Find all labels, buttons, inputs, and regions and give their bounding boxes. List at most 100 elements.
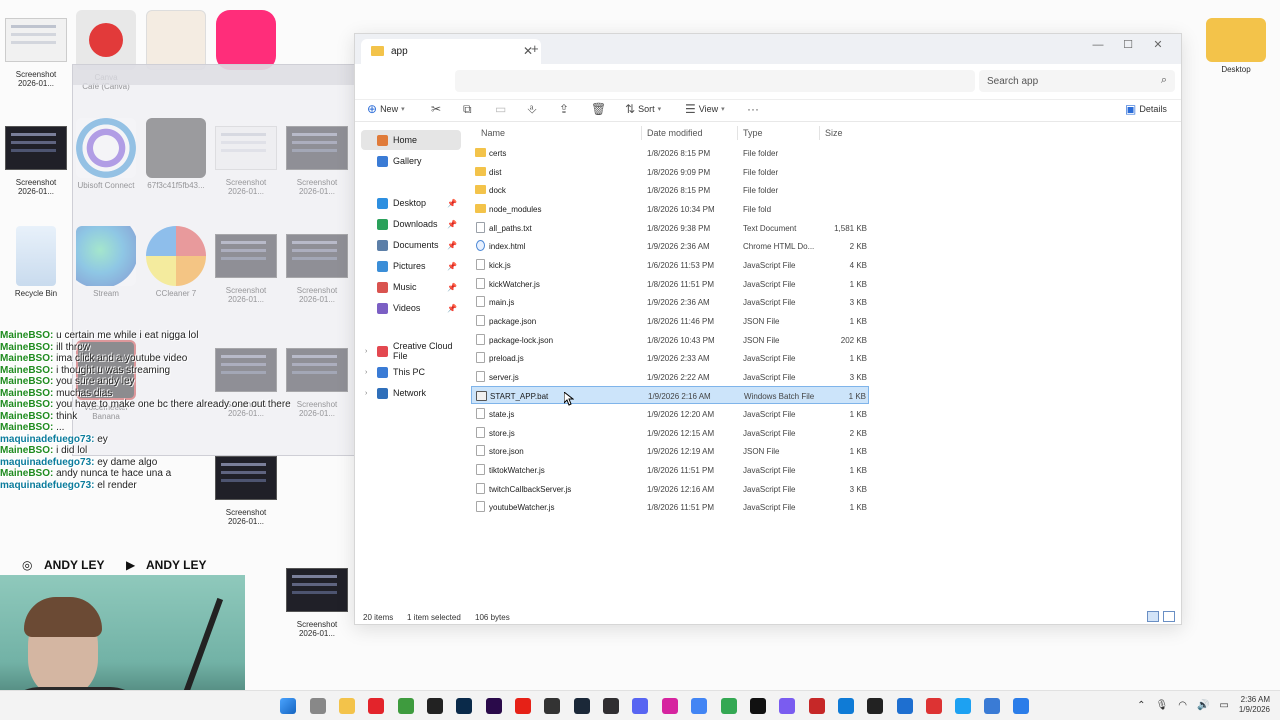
share-button[interactable]: ⇪ [559, 102, 569, 116]
taskbar-steam-icon[interactable] [574, 698, 590, 714]
youtube-icon: ▶ [126, 558, 136, 572]
file-row[interactable]: all_paths.txt 1/8/2026 9:38 PM Text Docume… [471, 219, 869, 237]
taskbar-tiktok-icon[interactable] [750, 698, 766, 714]
search-input[interactable] [979, 70, 1149, 92]
plus-circle-icon: ⊕ [367, 102, 378, 116]
new-button[interactable]: ⊕ New ▾ [367, 102, 405, 116]
file-row[interactable]: index.html 1/9/2026 2:36 AM Chrome HTML Do… [471, 237, 869, 255]
file-row[interactable]: tiktokWatcher.js 1/8/2026 11:51 PM JavaScr… [471, 461, 869, 479]
nav-documents[interactable]: Documents 📌 [361, 235, 461, 255]
file-row[interactable]: kickWatcher.js 1/8/2026 11:51 PM JavaScrip… [471, 275, 869, 293]
desktop-icon-thumb-light[interactable]: Screenshot 2026-01... [3, 10, 69, 88]
nav-downloads[interactable]: Downloads 📌 [361, 214, 461, 234]
microphone-icon[interactable]: 🎙 [1156, 700, 1169, 711]
column-type[interactable]: Type [743, 128, 763, 138]
tab-app[interactable]: app ✕ [361, 39, 541, 64]
taskbar-instagram-icon[interactable] [662, 698, 678, 714]
volume-icon[interactable]: 🔊 [1197, 700, 1209, 711]
more-options-button[interactable]: ··· [747, 102, 759, 116]
chevron-up-icon[interactable]: ⌃ [1137, 700, 1145, 711]
nav-music[interactable]: Music 📌 [361, 277, 461, 297]
nav-creative-cloud[interactable]: › Creative Cloud File [361, 341, 461, 361]
nav-pictures[interactable]: Pictures 📌 [361, 256, 461, 276]
file-size: 1 KB [849, 279, 867, 289]
chevron-right-icon[interactable]: › [365, 390, 367, 397]
nav-desktop[interactable]: Desktop 📌 [361, 193, 461, 213]
file-row[interactable]: twitchCallbackServer.js 1/9/2026 12:16 AM… [471, 480, 869, 498]
taskbar-xbox-icon[interactable] [398, 698, 414, 714]
chevron-right-icon[interactable]: › [365, 348, 367, 355]
delete-button[interactable]: 🗑 [591, 102, 606, 116]
taskbar-search-icon[interactable] [310, 698, 326, 714]
file-row[interactable]: store.json 1/9/2026 12:19 AM JSON File 1 KB [471, 442, 869, 460]
taskbar-terminal-icon[interactable] [867, 698, 883, 714]
file-row[interactable]: preload.js 1/9/2026 2:33 AM JavaScript Fil… [471, 349, 869, 367]
taskbar-obs-icon[interactable] [603, 698, 619, 714]
taskbar-premiere-icon[interactable] [486, 698, 502, 714]
file-row[interactable]: kick.js 1/6/2026 11:53 PM JavaScript File 4… [471, 256, 869, 274]
taskbar-chrome-icon[interactable] [721, 698, 737, 714]
rename-button[interactable]: ⎀ [527, 102, 537, 117]
column-size[interactable]: Size [825, 128, 843, 138]
file-row[interactable]: START_APP.bat 1/9/2026 2:16 AM Windows Bat… [471, 386, 869, 405]
search-box[interactable]: ⌕ [979, 70, 1175, 92]
nav-network[interactable]: › Network [361, 383, 461, 403]
file-type: File folder [743, 186, 779, 196]
battery-icon[interactable]: ▭ [1219, 700, 1228, 711]
sort-button[interactable]: ⇅ Sort ▾ [625, 102, 661, 116]
desktop-icon-folder[interactable]: Desktop [1203, 10, 1269, 74]
desktop-icon-thumb[interactable]: Screenshot 2026-01... [284, 560, 350, 638]
taskbar-discord-icon[interactable] [632, 698, 648, 714]
taskbar-tool-icon[interactable] [1013, 698, 1029, 714]
new-tab-button[interactable]: + [531, 41, 539, 56]
file-row[interactable]: store.js 1/9/2026 12:15 AM JavaScript File… [471, 424, 869, 442]
taskbar-app-icon[interactable] [779, 698, 795, 714]
close-window-button[interactable]: ✕ [1143, 38, 1173, 51]
taskbar-browser-icon[interactable] [955, 698, 971, 714]
file-row[interactable]: youtubeWatcher.js 1/8/2026 11:51 PM JavaSc… [471, 498, 869, 516]
nav-gallery[interactable]: Gallery [361, 151, 461, 171]
taskbar-file-explorer-icon[interactable] [339, 698, 355, 714]
file-row[interactable]: state.js 1/9/2026 12:20 AM JavaScript File… [471, 405, 869, 423]
taskbar-youtube-icon[interactable] [515, 698, 531, 714]
tiles-view-button[interactable] [1163, 611, 1175, 622]
taskbar-remote-icon[interactable] [984, 698, 1000, 714]
file-row[interactable]: server.js 1/9/2026 2:22 AM JavaScript File… [471, 368, 869, 386]
column-name[interactable]: Name [481, 128, 505, 138]
taskbar-record-icon[interactable] [809, 698, 825, 714]
file-row[interactable]: package-lock.json 1/8/2026 10:43 PM JSON F… [471, 331, 869, 349]
wifi-icon[interactable]: ◠ [1178, 700, 1187, 711]
minimize-button[interactable]: — [1083, 39, 1113, 51]
nav-videos[interactable]: Videos 📌 [361, 298, 461, 318]
file-row[interactable]: dock 1/8/2026 8:15 PM File folder [471, 181, 869, 199]
taskbar-start-icon[interactable] [280, 698, 296, 714]
clock[interactable]: 2:36 AM 1/9/2026 [1239, 695, 1270, 715]
taskbar-photoshop-icon[interactable] [456, 698, 472, 714]
details-view-button[interactable] [1147, 611, 1159, 622]
chevron-right-icon[interactable]: › [365, 369, 367, 376]
file-row[interactable]: node_modules 1/8/2026 10:34 PM File fold [471, 200, 869, 218]
file-row[interactable]: dist 1/8/2026 9:09 PM File folder [471, 163, 869, 181]
file-row[interactable]: package.json 1/8/2026 11:46 PM JSON File 1 … [471, 312, 869, 330]
file-row[interactable]: certs 1/8/2026 8:15 PM File folder [471, 144, 869, 162]
address-bar[interactable] [455, 70, 975, 92]
taskbar-app-icon[interactable] [897, 698, 913, 714]
nav-home[interactable]: Home [361, 130, 461, 150]
taskbar-chrome-icon[interactable] [691, 698, 707, 714]
view-button[interactable]: ☰ View ▾ [685, 102, 725, 116]
desktop-icon-thumb[interactable]: Screenshot 2026-01... [3, 118, 69, 196]
taskbar-opera-icon[interactable] [368, 698, 384, 714]
details-button[interactable]: ▣ Details [1125, 102, 1167, 116]
column-date-modified[interactable]: Date modified [647, 128, 703, 138]
copy-button[interactable]: ⧉ [463, 102, 472, 117]
paste-button[interactable]: ▭ [495, 102, 506, 116]
cut-button[interactable]: ✂ [431, 102, 441, 116]
taskbar-capcut-icon[interactable] [427, 698, 443, 714]
file-row[interactable]: main.js 1/9/2026 2:36 AM JavaScript File 3 … [471, 293, 869, 311]
desktop-icon-recycle[interactable]: Recycle Bin [3, 226, 69, 298]
taskbar-edge-icon[interactable] [838, 698, 854, 714]
taskbar-media-icon[interactable] [926, 698, 942, 714]
maximize-button[interactable]: ☐ [1113, 38, 1143, 51]
nav-this-pc[interactable]: › This PC [361, 362, 461, 382]
taskbar-epic-games-icon[interactable] [544, 698, 560, 714]
